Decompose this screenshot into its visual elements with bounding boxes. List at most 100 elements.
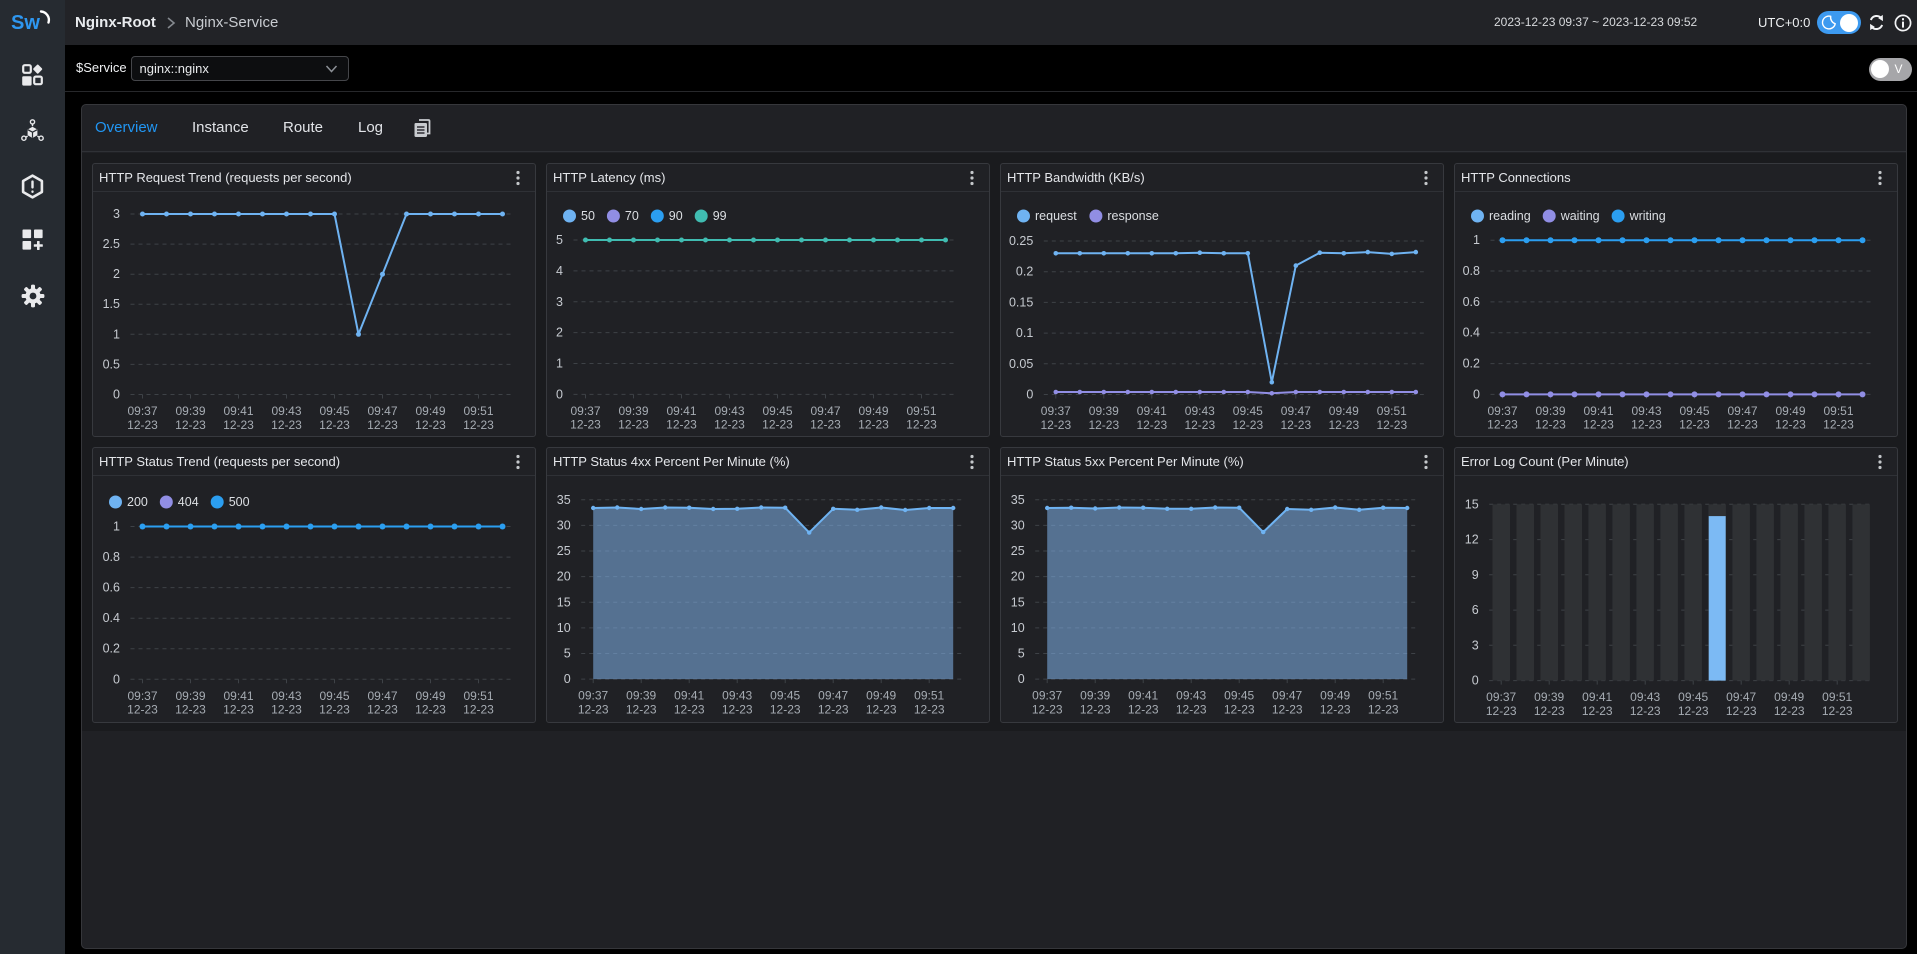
svg-text:0.6: 0.6 <box>103 581 120 595</box>
svg-text:1.5: 1.5 <box>103 297 120 311</box>
svg-text:09:41: 09:41 <box>223 404 253 418</box>
svg-text:12-23: 12-23 <box>223 418 254 432</box>
svg-text:09:37: 09:37 <box>578 689 608 703</box>
svg-text:09:43: 09:43 <box>1185 404 1215 418</box>
svg-text:0.4: 0.4 <box>103 611 120 625</box>
svg-text:3: 3 <box>556 295 563 309</box>
svg-text:0.25: 0.25 <box>1009 234 1033 248</box>
svg-text:15: 15 <box>1011 595 1025 609</box>
svg-text:09:45: 09:45 <box>1679 404 1709 418</box>
svg-text:2.5: 2.5 <box>103 237 120 251</box>
svg-text:09:47: 09:47 <box>367 689 397 703</box>
svg-text:12-23: 12-23 <box>175 418 206 432</box>
svg-text:3: 3 <box>1472 638 1479 652</box>
svg-text:09:43: 09:43 <box>1176 689 1206 703</box>
svg-text:09:47: 09:47 <box>367 404 397 418</box>
svg-text:12-23: 12-23 <box>1582 704 1613 718</box>
svg-text:12-23: 12-23 <box>1280 418 1311 432</box>
svg-text:12-23: 12-23 <box>127 418 158 432</box>
svg-text:200: 200 <box>127 495 148 509</box>
svg-text:12-23: 12-23 <box>1631 418 1662 432</box>
svg-text:6: 6 <box>1472 603 1479 617</box>
svg-text:12-23: 12-23 <box>127 703 158 717</box>
svg-text:12-23: 12-23 <box>319 418 350 432</box>
svg-text:09:41: 09:41 <box>1582 690 1612 704</box>
svg-text:12-23: 12-23 <box>463 703 494 717</box>
svg-text:09:49: 09:49 <box>415 404 445 418</box>
svg-text:50: 50 <box>581 209 595 223</box>
svg-text:70: 70 <box>625 209 639 223</box>
svg-text:09:39: 09:39 <box>618 404 648 418</box>
svg-text:12-23: 12-23 <box>1726 704 1757 718</box>
svg-text:09:51: 09:51 <box>1377 404 1407 418</box>
svg-text:12-23: 12-23 <box>714 418 745 432</box>
svg-text:0: 0 <box>1026 388 1033 402</box>
svg-text:12-23: 12-23 <box>1224 702 1255 716</box>
svg-text:12-23: 12-23 <box>367 418 398 432</box>
svg-text:12-23: 12-23 <box>1232 418 1263 432</box>
svg-text:12-23: 12-23 <box>666 418 697 432</box>
svg-text:3: 3 <box>113 207 120 221</box>
svg-text:09:51: 09:51 <box>463 404 493 418</box>
svg-text:12-23: 12-23 <box>866 702 897 716</box>
svg-text:09:49: 09:49 <box>866 689 896 703</box>
svg-text:09:51: 09:51 <box>914 689 944 703</box>
svg-text:2: 2 <box>113 267 120 281</box>
svg-text:12-23: 12-23 <box>810 418 841 432</box>
svg-text:10: 10 <box>1011 621 1025 635</box>
svg-text:12-23: 12-23 <box>415 703 446 717</box>
svg-text:12-23: 12-23 <box>1088 418 1119 432</box>
svg-text:09:43: 09:43 <box>722 689 752 703</box>
svg-text:0.4: 0.4 <box>1463 326 1480 340</box>
svg-text:0: 0 <box>564 672 571 686</box>
svg-text:09:51: 09:51 <box>1822 690 1852 704</box>
svg-text:12-23: 12-23 <box>1535 418 1566 432</box>
svg-text:Sw: Sw <box>11 12 40 34</box>
svg-text:09:45: 09:45 <box>319 404 349 418</box>
svg-text:90: 90 <box>669 209 683 223</box>
svg-text:12-23: 12-23 <box>1272 702 1303 716</box>
svg-text:09:37: 09:37 <box>1032 689 1062 703</box>
svg-text:12-23: 12-23 <box>722 702 753 716</box>
svg-text:09:51: 09:51 <box>1368 689 1398 703</box>
svg-text:1: 1 <box>1473 233 1480 247</box>
svg-text:12-23: 12-23 <box>1727 418 1758 432</box>
svg-text:500: 500 <box>229 495 250 509</box>
svg-text:09:51: 09:51 <box>906 404 936 418</box>
svg-text:20: 20 <box>557 570 571 584</box>
svg-text:12-23: 12-23 <box>1679 418 1710 432</box>
svg-text:12-23: 12-23 <box>463 418 494 432</box>
svg-text:12-23: 12-23 <box>1534 704 1565 718</box>
svg-text:12-23: 12-23 <box>1823 418 1854 432</box>
svg-text:12-23: 12-23 <box>1678 704 1709 718</box>
svg-text:15: 15 <box>1465 497 1479 511</box>
svg-text:404: 404 <box>178 495 199 509</box>
svg-text:12-23: 12-23 <box>1583 418 1614 432</box>
svg-text:5: 5 <box>564 647 571 661</box>
svg-text:0.2: 0.2 <box>1016 265 1033 279</box>
svg-text:12-23: 12-23 <box>570 418 601 432</box>
svg-text:20: 20 <box>1011 570 1025 584</box>
svg-text:12-23: 12-23 <box>762 418 793 432</box>
svg-text:25: 25 <box>557 544 571 558</box>
svg-text:12-23: 12-23 <box>618 418 649 432</box>
svg-text:09:49: 09:49 <box>858 404 888 418</box>
svg-text:09:49: 09:49 <box>1775 404 1805 418</box>
svg-text:09:47: 09:47 <box>818 689 848 703</box>
svg-text:12-23: 12-23 <box>1128 702 1159 716</box>
svg-text:0: 0 <box>113 672 120 686</box>
svg-text:0: 0 <box>1473 387 1480 401</box>
svg-text:0.1: 0.1 <box>1016 326 1033 340</box>
svg-text:09:41: 09:41 <box>1128 689 1158 703</box>
svg-text:12-23: 12-23 <box>858 418 889 432</box>
svg-text:12-23: 12-23 <box>1136 418 1167 432</box>
svg-text:12-23: 12-23 <box>1486 704 1517 718</box>
svg-text:12-23: 12-23 <box>1040 418 1071 432</box>
svg-text:12-23: 12-23 <box>175 703 206 717</box>
svg-text:12-23: 12-23 <box>1376 418 1407 432</box>
svg-text:35: 35 <box>1011 493 1025 507</box>
svg-text:1: 1 <box>113 327 120 341</box>
svg-text:5: 5 <box>1018 647 1025 661</box>
svg-text:30: 30 <box>557 518 571 532</box>
svg-text:12-23: 12-23 <box>1080 702 1111 716</box>
